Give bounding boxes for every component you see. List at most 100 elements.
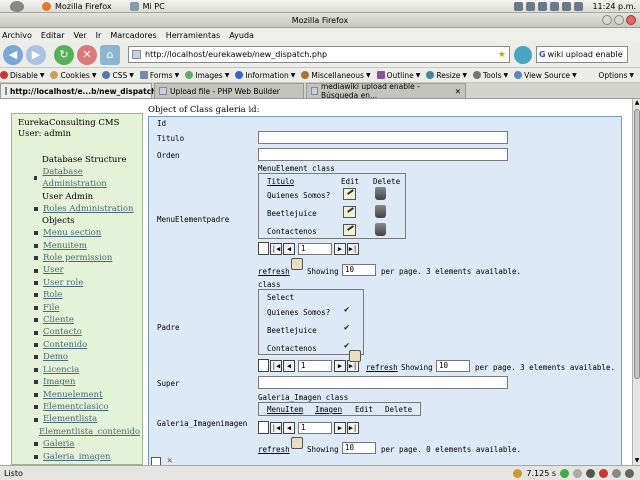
tray-icon[interactable]: [526, 1, 536, 11]
status-addon-icon[interactable]: [573, 468, 582, 478]
sidebar-link[interactable]: Galeria: [43, 438, 74, 450]
sidebar-item-contacto[interactable]: Contacto: [34, 326, 136, 338]
sidebar-item-elementlista-contenido[interactable]: Elementlista_contenido: [34, 426, 140, 438]
dev-tools[interactable]: Tools ▼: [473, 71, 508, 80]
sidebar-link[interactable]: Database Administration: [42, 166, 136, 191]
page-number-input[interactable]: 1: [298, 421, 332, 434]
prev-page-icon[interactable]: ◀: [283, 359, 295, 372]
sidebar-item-demo[interactable]: Demo: [34, 351, 136, 363]
dev-resize[interactable]: Resize ▼: [426, 71, 467, 80]
dev-disable[interactable]: Disable ▼: [0, 71, 44, 80]
sidebar-item-roles-administration[interactable]: Roles Administration: [34, 203, 136, 215]
save-icon[interactable]: [151, 457, 161, 465]
refresh-icon[interactable]: [349, 350, 361, 362]
sidebar-link[interactable]: Menuitem: [43, 240, 87, 252]
apple-menu-icon[interactable]: [10, 0, 24, 12]
sidebar-item-file[interactable]: File: [34, 302, 136, 314]
check-icon[interactable]: ✔: [344, 305, 349, 315]
status-addon-icon[interactable]: [513, 468, 523, 478]
sidebar-item-role-permission[interactable]: Role permission: [34, 252, 136, 264]
per-page-input[interactable]: 10: [342, 442, 376, 454]
next-page-icon[interactable]: ▶: [334, 359, 346, 372]
menu-herramientas[interactable]: Herramientas: [166, 31, 221, 40]
vertical-scrollbar[interactable]: ▲ ▼: [632, 99, 640, 465]
sidebar-item-galeria[interactable]: Galeria: [34, 438, 136, 450]
status-error-icon[interactable]: [599, 468, 608, 478]
sidebar-link[interactable]: Licencia: [43, 364, 79, 376]
refresh-icon[interactable]: [291, 437, 303, 449]
per-page-input[interactable]: 10: [436, 360, 470, 372]
sidebar-link[interactable]: Imagen: [43, 376, 75, 388]
tray-icon[interactable]: [514, 1, 524, 11]
page-number-input[interactable]: 1: [298, 242, 332, 255]
sidebar-link[interactable]: Roles Administration: [43, 203, 134, 215]
edit-icon[interactable]: [343, 188, 356, 200]
prev-page-icon[interactable]: ◀: [283, 242, 295, 255]
dev-miscellaneous[interactable]: Miscellaneous ▼: [301, 71, 371, 80]
orden-input[interactable]: [258, 148, 508, 161]
status-ok-icon[interactable]: [560, 468, 569, 478]
page-number-input[interactable]: 1: [298, 359, 332, 372]
bookmark-star-icon[interactable]: ★: [498, 50, 506, 60]
sidebar-link[interactable]: Elementclasico: [43, 401, 108, 413]
sidebar-item-user-role[interactable]: User role: [34, 277, 136, 289]
prev-page-icon[interactable]: ◀: [283, 421, 295, 434]
delete-x-icon[interactable]: ✕: [167, 456, 172, 465]
tab-mediawiki-search[interactable]: mediawiki upload enable - Búsqueda en...…: [306, 82, 466, 100]
sidebar-item-database-administration[interactable]: Database Administration: [34, 166, 136, 191]
sidebar-item-contenido[interactable]: Contenido: [34, 339, 136, 351]
refresh-link[interactable]: refresh: [258, 267, 290, 276]
dev-forms[interactable]: Forms ▼: [139, 71, 179, 80]
sidebar-item-user[interactable]: User: [34, 264, 136, 276]
close-tab-icon[interactable]: ✕: [451, 87, 461, 96]
panel-clock[interactable]: 11:24 p.m.: [592, 2, 636, 11]
sidebar-item-role[interactable]: Role: [34, 289, 136, 301]
col-header-titulo[interactable]: Titulo: [267, 177, 294, 186]
sidebar-item-elementlista[interactable]: Elementlista: [34, 413, 136, 425]
sidebar-link[interactable]: User: [43, 264, 64, 276]
dev-outline[interactable]: Outline ▼: [376, 71, 420, 80]
sidebar-link[interactable]: Contacto: [43, 326, 82, 338]
sidebar-link[interactable]: Menu section: [43, 227, 101, 239]
search-input[interactable]: G wiki upload enable: [536, 46, 628, 63]
sidebar-link[interactable]: Elementlista_contenido: [39, 426, 140, 438]
new-item-icon[interactable]: [258, 421, 269, 434]
first-page-icon[interactable]: |◀: [270, 421, 282, 434]
panel-item-firefox[interactable]: Mozilla Firefox: [42, 1, 112, 11]
back-button[interactable]: ◀: [3, 44, 23, 65]
sidebar-link[interactable]: Cliente: [43, 314, 74, 326]
minimize-icon[interactable]: [602, 15, 612, 25]
sidebar-link[interactable]: Role: [43, 289, 62, 301]
check-icon[interactable]: ✔: [344, 341, 349, 351]
col-header-imagen[interactable]: Imagen: [315, 405, 342, 414]
last-page-icon[interactable]: ▶|: [347, 421, 359, 434]
sidebar-item-menu-section[interactable]: Menu section: [34, 227, 136, 239]
sidebar-item-galeria-imagen[interactable]: Galeria_imagen: [34, 451, 136, 463]
menu-ayuda[interactable]: Ayuda: [229, 31, 254, 40]
sidebar-item-elementclasico[interactable]: Elementclasico: [34, 401, 136, 413]
edit-icon[interactable]: [343, 224, 356, 236]
sidebar-item-licencia[interactable]: Licencia: [34, 364, 136, 376]
per-page-input[interactable]: 10: [342, 264, 376, 276]
trash-icon[interactable]: [375, 205, 386, 218]
tray-icon[interactable]: [538, 1, 548, 11]
new-item-icon[interactable]: [258, 359, 269, 372]
dev-css[interactable]: CSS ▼: [102, 71, 134, 80]
scroll-down-icon[interactable]: ▼: [633, 457, 640, 465]
scroll-up-icon[interactable]: ▲: [633, 99, 640, 107]
sidebar-link[interactable]: Galeria_imagen: [43, 451, 111, 463]
tab-new-dispatch[interactable]: http://localhost/e...b/new_dispatch.php: [0, 83, 175, 98]
sidebar-item-menuelement[interactable]: Menuelement: [34, 389, 136, 401]
sidebar-link[interactable]: Menuelement: [43, 389, 102, 401]
dev-images[interactable]: Images ▼: [185, 71, 229, 80]
panel-item-mi-pc[interactable]: Mi PC: [129, 1, 165, 11]
trash-icon[interactable]: [375, 223, 386, 236]
maximize-icon[interactable]: [614, 15, 624, 25]
status-addon-icon[interactable]: [612, 468, 621, 478]
sidebar-link[interactable]: User role: [43, 277, 83, 289]
dev-information[interactable]: Information ▼: [235, 71, 295, 80]
first-page-icon[interactable]: |◀: [270, 242, 282, 255]
menu-marcadores[interactable]: Marcadores: [110, 31, 156, 40]
last-page-icon[interactable]: ▶|: [347, 242, 359, 255]
sidebar-item-imagen[interactable]: Imagen: [34, 376, 136, 388]
